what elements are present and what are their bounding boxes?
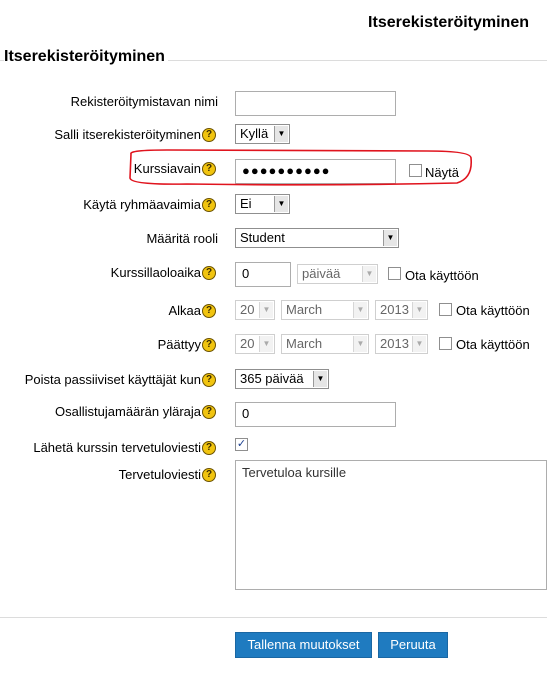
duration-unit-select[interactable]: päivää ▼ (297, 264, 378, 284)
cancel-button[interactable]: Peruuta (378, 632, 448, 658)
help-icon[interactable]: ? (202, 128, 216, 142)
help-icon[interactable]: ? (202, 441, 216, 455)
duration-enable-label: Ota käyttöön (405, 268, 479, 283)
end-day-value: 20 (240, 336, 255, 351)
chevron-down-icon: ▼ (274, 126, 288, 142)
chevron-down-icon: ▼ (362, 266, 376, 282)
duration-enable-checkbox[interactable] (388, 267, 401, 280)
chevron-down-icon: ▼ (353, 336, 367, 352)
role-label: Määritä rooli (146, 231, 218, 246)
end-date-enable-checkbox[interactable] (439, 337, 452, 350)
start-month-select[interactable]: March ▼ (281, 300, 369, 320)
end-month-select[interactable]: March ▼ (281, 334, 369, 354)
end-year-value: 2013 (380, 336, 409, 351)
allow-self-enrol-label: Salli itserekisteröityminen (54, 127, 201, 142)
start-date-enable-label: Ota käyttöön (456, 303, 530, 318)
welcome-message-textarea[interactable]: Tervetuloa kursille (235, 460, 547, 590)
duration-label: Kurssillaoloaika (110, 265, 201, 280)
max-enrolled-label: Osallistujamäärän yläraja (55, 404, 201, 419)
chevron-down-icon: ▼ (412, 302, 426, 318)
end-date-enable-label: Ota käyttöön (456, 337, 530, 352)
chevron-down-icon: ▼ (274, 196, 288, 212)
send-welcome-label: Lähetä kurssin tervetuloviesti (33, 440, 201, 455)
instance-name-label: Rekisteröitymistavan nimi (70, 94, 218, 109)
group-keys-label: Käytä ryhmäavaimia (83, 197, 201, 212)
help-icon[interactable]: ? (202, 373, 216, 387)
help-icon[interactable]: ? (202, 405, 216, 419)
page-title: Itserekisteröityminen (368, 14, 529, 31)
help-icon[interactable]: ? (202, 338, 216, 352)
send-welcome-checkbox[interactable]: ✓ (235, 438, 248, 451)
chevron-down-icon: ▼ (383, 230, 397, 246)
unenrol-inactive-label: Poista passiiviset käyttäjät kun (24, 372, 201, 387)
chevron-down-icon: ▼ (259, 336, 273, 352)
welcome-message-label: Tervetuloviesti (118, 467, 201, 482)
help-icon[interactable]: ? (202, 304, 216, 318)
end-date-label: Päättyy (157, 337, 201, 352)
start-date-label: Alkaa (168, 303, 201, 318)
chevron-down-icon: ▼ (353, 302, 367, 318)
end-year-select[interactable]: 2013 ▼ (375, 334, 428, 354)
unenrol-inactive-value: 365 päivää (240, 371, 304, 386)
group-keys-value: Ei (240, 196, 252, 211)
help-icon[interactable]: ? (202, 266, 216, 280)
chevron-down-icon: ▼ (259, 302, 273, 318)
start-date-enable-checkbox[interactable] (439, 303, 452, 316)
role-select[interactable]: Student ▼ (235, 228, 399, 248)
end-day-select[interactable]: 20 ▼ (235, 334, 275, 354)
red-highlight-annotation (129, 149, 473, 186)
save-button[interactable]: Tallenna muutokset (235, 632, 372, 658)
section-title: Itserekisteröityminen (4, 48, 168, 66)
start-day-select[interactable]: 20 ▼ (235, 300, 275, 320)
duration-unit-value: päivää (302, 266, 341, 281)
start-month-value: March (286, 302, 323, 317)
max-enrolled-input[interactable]: 0 (235, 402, 396, 427)
group-keys-select[interactable]: Ei ▼ (235, 194, 290, 214)
start-year-select[interactable]: 2013 ▼ (375, 300, 428, 320)
unenrol-inactive-select[interactable]: 365 päivää ▼ (235, 369, 329, 389)
allow-self-enrol-select[interactable]: Kyllä ▼ (235, 124, 290, 144)
start-day-value: 20 (240, 302, 255, 317)
end-month-value: March (286, 336, 323, 351)
help-icon[interactable]: ? (202, 468, 216, 482)
start-year-value: 2013 (380, 302, 409, 317)
allow-self-enrol-value: Kyllä (240, 126, 269, 141)
duration-number-input[interactable]: 0 (235, 262, 291, 287)
footer-divider (0, 617, 547, 618)
chevron-down-icon: ▼ (412, 336, 426, 352)
chevron-down-icon: ▼ (313, 371, 327, 387)
instance-name-input[interactable] (235, 91, 396, 116)
role-value: Student (240, 230, 285, 245)
help-icon[interactable]: ? (202, 198, 216, 212)
